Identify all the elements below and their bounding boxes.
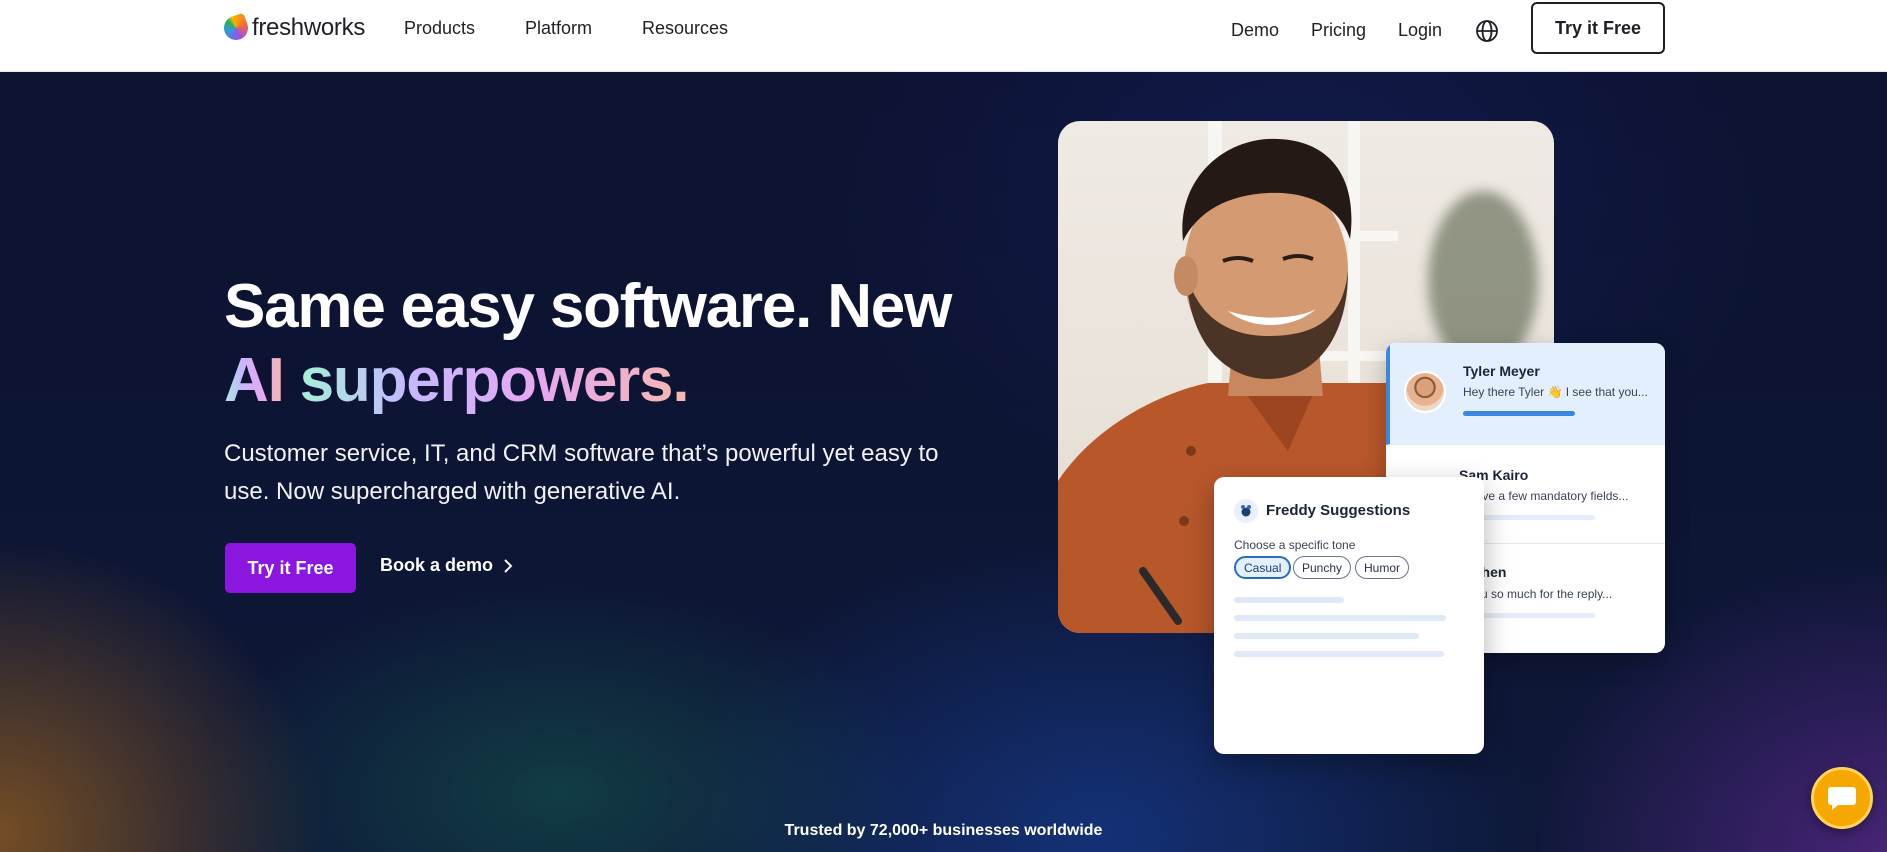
nav-login[interactable]: Login xyxy=(1398,20,1442,41)
skeleton-line xyxy=(1234,615,1446,621)
freddy-suggestions-card: Freddy Suggestions Choose a specific ton… xyxy=(1214,477,1484,754)
conversation-preview: e have a few mandatory fields... xyxy=(1459,489,1629,503)
headline-ai: AI xyxy=(224,346,285,415)
chat-widget-button[interactable] xyxy=(1811,767,1873,829)
chevron-right-icon xyxy=(504,558,513,573)
nav-resources[interactable]: Resources xyxy=(642,18,728,39)
header-try-free-button[interactable]: Try it Free xyxy=(1531,2,1665,54)
hero-headline: Same easy software. New AI superpowers. xyxy=(224,270,952,418)
hero-subtext: Customer service, IT, and CRM software t… xyxy=(224,440,939,505)
skeleton-line xyxy=(1234,651,1444,657)
freddy-ai-icon xyxy=(1234,499,1258,523)
tone-chip-punchy[interactable]: Punchy xyxy=(1293,556,1352,579)
freddy-title: Freddy Suggestions xyxy=(1266,502,1411,519)
skeleton-line xyxy=(1234,597,1344,603)
site-header: freshworks Products Platform Resources D… xyxy=(0,0,1887,72)
freshworks-logo-icon xyxy=(220,12,252,44)
skeleton-line xyxy=(1234,633,1419,639)
conversation-preview: Hey there Tyler 👋 I see that you... xyxy=(1463,385,1648,399)
progress-bar xyxy=(1463,411,1575,416)
freshworks-logo[interactable]: freshworks xyxy=(220,12,366,44)
trusted-by-text: Trusted by 72,000+ businesses worldwide xyxy=(784,822,1103,839)
avatar xyxy=(1404,371,1446,413)
book-demo-link[interactable]: Book a demo xyxy=(380,555,513,576)
globe-icon[interactable] xyxy=(1474,18,1500,44)
book-demo-label: Book a demo xyxy=(380,555,494,575)
headline-superpowers: superpowers. xyxy=(299,346,690,415)
nav-products[interactable]: Products xyxy=(404,18,475,39)
tone-label: Choose a specific tone xyxy=(1234,538,1356,552)
nav-demo[interactable]: Demo xyxy=(1231,20,1279,41)
conversation-name: Tyler Meyer xyxy=(1463,363,1540,379)
tone-chip-humor[interactable]: Humor xyxy=(1355,556,1410,579)
hero-section: Same easy software. New AI superpowers. … xyxy=(0,72,1887,852)
tone-chip-casual[interactable]: Casual xyxy=(1234,556,1292,579)
logo-text: freshworks xyxy=(252,14,366,41)
nav-platform[interactable]: Platform xyxy=(525,18,592,39)
headline-line1: Same easy software. New xyxy=(224,272,952,341)
hero-try-free-button[interactable]: Try it Free xyxy=(225,543,356,593)
conversation-item-tyler[interactable]: Tyler Meyer Hey there Tyler 👋 I see that… xyxy=(1386,343,1665,445)
chat-icon xyxy=(1828,787,1856,810)
nav-pricing[interactable]: Pricing xyxy=(1311,20,1366,41)
